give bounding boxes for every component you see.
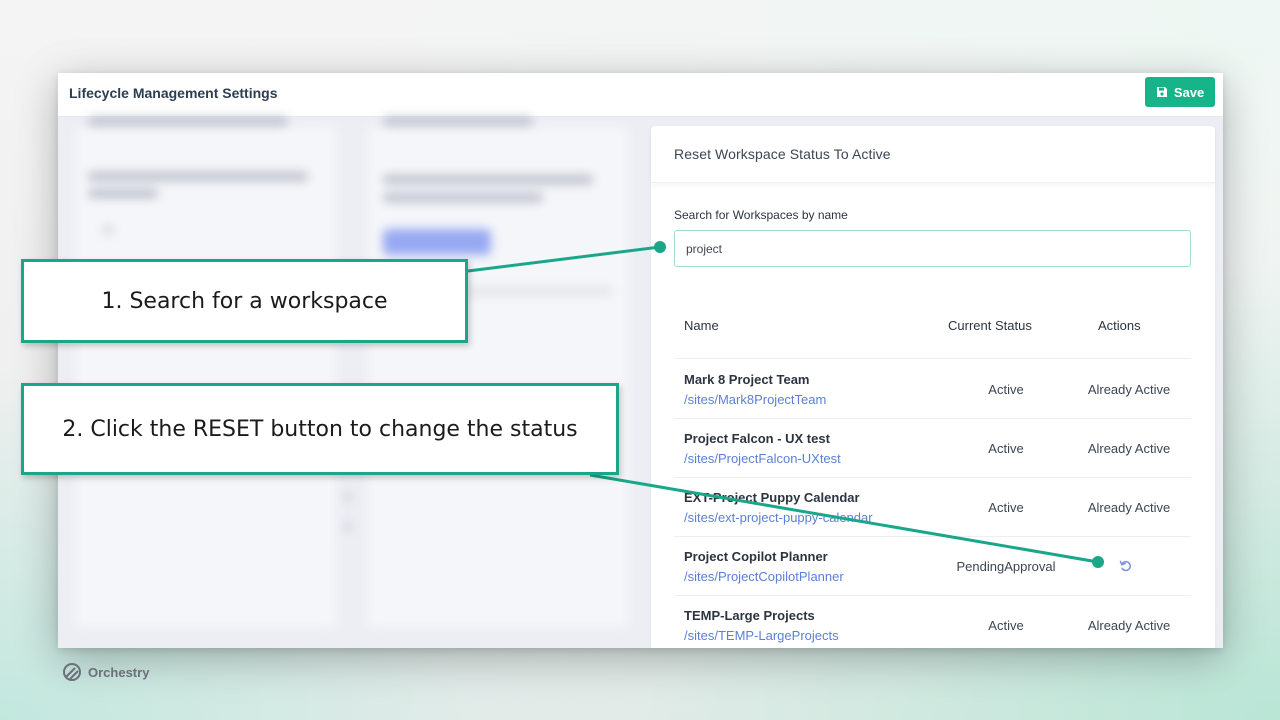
table-header: Name Current Status Actions — [674, 314, 1191, 359]
workspace-name: TEMP-Large Projects — [684, 608, 815, 623]
workspace-name: Project Copilot Planner — [684, 549, 828, 564]
panel-title: Reset Workspace Status To Active — [674, 146, 891, 162]
save-button[interactable]: Save — [1145, 77, 1215, 107]
table-row: TEMP-Large Projects /sites/TEMP-LargePro… — [674, 596, 1191, 648]
workspace-status: Active — [988, 382, 1024, 397]
save-icon — [1156, 86, 1168, 98]
workspace-name: EXT-Project Puppy Calendar — [684, 490, 860, 505]
orchestry-logo-icon — [63, 663, 81, 681]
search-label: Search for Workspaces by name — [674, 208, 848, 222]
reset-workspace-panel: Reset Workspace Status To Active Search … — [651, 126, 1215, 648]
workspace-status: PendingApproval — [956, 559, 1056, 574]
workspace-url-link[interactable]: /sites/ProjectCopilotPlanner — [684, 569, 844, 584]
table-row: Project Falcon - UX test /sites/ProjectF… — [674, 419, 1191, 478]
save-label: Save — [1173, 84, 1205, 100]
brand-footer: Orchestry — [62, 662, 149, 682]
callout-text: 1. Search for a workspace — [101, 288, 388, 314]
reset-status-button[interactable] — [1117, 557, 1135, 575]
table-row: Mark 8 Project Team /sites/Mark8ProjectT… — [674, 360, 1191, 419]
page-title: Lifecycle Management Settings — [69, 85, 278, 101]
workspace-url-link[interactable]: /sites/ProjectFalcon-UXtest — [684, 451, 841, 466]
workspace-name: Project Falcon - UX test — [684, 431, 830, 446]
column-header-name: Name — [684, 318, 719, 333]
callout-reset-step: 2. Click the RESET button to change the … — [21, 383, 619, 475]
workspace-status: Active — [988, 441, 1024, 456]
table-row: EXT-Project Puppy Calendar /sites/ext-pr… — [674, 478, 1191, 537]
callout-search-step: 1. Search for a workspace — [21, 259, 468, 343]
workspace-search-input[interactable] — [674, 230, 1191, 267]
app-window: Lifecycle Management Settings Save Reset… — [58, 73, 1223, 648]
table-row: Project Copilot Planner /sites/ProjectCo… — [674, 537, 1191, 596]
workspace-action-text: Already Active — [1087, 441, 1171, 456]
workspace-url-link[interactable]: /sites/TEMP-LargeProjects — [684, 628, 839, 643]
reset-icon — [1119, 560, 1131, 572]
workspace-status: Active — [988, 500, 1024, 515]
panel-header: Reset Workspace Status To Active — [651, 126, 1215, 183]
workspace-url-link[interactable]: /sites/ext-project-puppy-calendar — [684, 510, 873, 525]
workspace-action-text: Already Active — [1087, 382, 1171, 397]
app-header: Lifecycle Management Settings Save — [58, 73, 1223, 117]
column-header-status: Current Status — [948, 318, 1032, 333]
column-header-actions: Actions — [1098, 318, 1141, 333]
workspace-name: Mark 8 Project Team — [684, 372, 810, 387]
workspace-url-link[interactable]: /sites/Mark8ProjectTeam — [684, 392, 826, 407]
workspace-action-text: Already Active — [1087, 500, 1171, 515]
brand-name: Orchestry — [88, 664, 150, 680]
workspace-status: Active — [988, 618, 1024, 633]
workspace-action-text: Already Active — [1087, 618, 1171, 633]
callout-text: 2. Click the RESET button to change the … — [62, 416, 578, 442]
